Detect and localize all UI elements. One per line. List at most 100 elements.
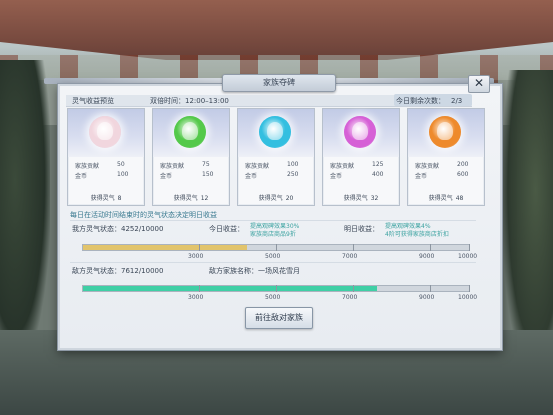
enemy-family-label: 敌方家族名称： [209,267,258,275]
coin-label: 金币 [245,173,258,180]
gain-value: 12 [200,195,209,202]
progress-tick [199,244,200,251]
go-to-enemy-family-button[interactable]: 前往敌对家族 [245,307,313,329]
contrib-value: 75 [202,161,210,168]
coin-label: 金币 [415,173,428,180]
progress-tick [430,244,431,251]
reward-card[interactable]: 家族贡献 50 金币 100 获得灵气 8 [67,108,145,206]
preview-label: 灵气收益预览 [72,97,114,105]
reward-card[interactable]: 家族贡献 200 金币 600 获得灵气 48 [407,108,485,206]
contrib-label: 家族贡献 [160,163,185,170]
card-art [323,109,399,157]
gain-label: 获得灵气 [258,195,283,202]
gain-label: 获得灵气 [90,195,115,202]
enemy-progress-fill [83,286,377,291]
today-label: 今日收益： [209,225,244,233]
coin-value: 100 [117,171,129,178]
gain-value: 32 [370,195,379,202]
daily-note: 每日在活动时间结束时的灵气状态决定明日收益 [70,211,217,219]
remain-count: 今日剩余次数： 2/3 [396,96,462,106]
progress-tick [276,244,277,251]
contrib-label: 家族贡献 [245,163,270,170]
progress-tick-label: 9000 [419,294,435,301]
contrib-label: 家族贡献 [75,163,100,170]
reward-card[interactable]: 家族贡献 100 金币 250 获得灵气 20 [237,108,315,206]
my-status: 我方灵气状态：4252/10000 [72,224,163,234]
progress-tick [353,244,354,251]
card-art [238,109,314,157]
progress-tick-label: 5000 [265,253,281,260]
enemy-status: 敌方灵气状态：7612/10000 [72,266,163,276]
cyan-orb-icon [259,116,291,148]
my-progress-bar [82,244,470,251]
remain-value: 2/3 [451,97,463,105]
white-orb-icon [89,116,121,148]
my-status-label: 我方灵气状态： [72,225,121,233]
coin-value: 600 [457,171,469,178]
gain-label: 获得灵气 [343,195,368,202]
tomorrow-label: 明日收益： [344,225,379,233]
my-progress-fill [83,245,248,250]
enemy-status-value: 7612/10000 [121,267,164,275]
tomorrow-benefit-line2: 4阶可获得家族商店折扣 [385,231,449,238]
contrib-value: 100 [287,161,299,168]
purple-orb-icon [344,116,376,148]
enemy-status-label: 敌方灵气状态： [72,267,121,275]
orange-orb-icon [429,116,461,148]
contrib-label: 家族贡献 [330,163,355,170]
background-tree-left [0,60,50,360]
progress-tick [469,285,470,292]
progress-tick [199,285,200,292]
remain-label: 今日剩余次数： [396,97,445,105]
coin-value: 400 [372,171,384,178]
background-tree-right [503,70,553,370]
contrib-value: 200 [457,161,469,168]
today-benefit-line1: 提高观碑效果30% [250,223,300,230]
double-time-label: 双倍时间：12:00–13:00 [150,97,229,105]
tomorrow-benefit: 提高观碑效果4% 4阶可获得家族商店折扣 [385,223,449,239]
dialog-title: 家族夺碑 [222,74,336,92]
gain-label: 获得灵气 [173,195,198,202]
my-status-value: 4252/10000 [121,225,164,233]
card-art [408,109,484,157]
progress-tick-label: 7000 [342,294,358,301]
progress-tick-label: 10000 [458,253,478,260]
progress-tick-label: 3000 [188,294,204,301]
close-button[interactable]: ✕ [468,75,490,93]
enemy-family-name: 一场风花雪月 [258,267,300,275]
reward-card[interactable]: 家族贡献 75 金币 150 获得灵气 12 [152,108,230,206]
tomorrow-benefit-line1: 提高观碑效果4% [385,223,431,230]
gain-value: 48 [455,195,464,202]
green-orb-icon [174,116,206,148]
coin-value: 150 [202,171,214,178]
progress-tick [276,285,277,292]
contrib-value: 125 [372,161,384,168]
enemy-family: 敌方家族名称：一场风花雪月 [209,266,300,276]
progress-tick-label: 3000 [188,253,204,260]
progress-tick-label: 10000 [458,294,478,301]
gain-value: 8 [117,195,122,202]
background-temple-roof [0,0,553,60]
today-benefit: 提高观碑效果30% 家族商店商品9折 [250,223,299,239]
divider [70,262,476,263]
coin-label: 金币 [160,173,173,180]
progress-tick [469,244,470,251]
progress-tick [353,285,354,292]
contrib-label: 家族贡献 [415,163,440,170]
enemy-progress-bar [82,285,470,292]
contrib-value: 50 [117,161,125,168]
coin-label: 金币 [75,173,88,180]
card-art [68,109,144,157]
progress-tick-label: 5000 [265,294,281,301]
reward-card[interactable]: 家族贡献 125 金币 400 获得灵气 32 [322,108,400,206]
card-art [153,109,229,157]
progress-tick-label: 7000 [342,253,358,260]
progress-tick [430,285,431,292]
divider [70,220,476,221]
gain-value: 20 [285,195,294,202]
coin-label: 金币 [330,173,343,180]
gain-label: 获得灵气 [428,195,453,202]
progress-tick-label: 9000 [419,253,435,260]
coin-value: 250 [287,171,299,178]
today-benefit-line2: 家族商店商品9折 [250,231,296,238]
